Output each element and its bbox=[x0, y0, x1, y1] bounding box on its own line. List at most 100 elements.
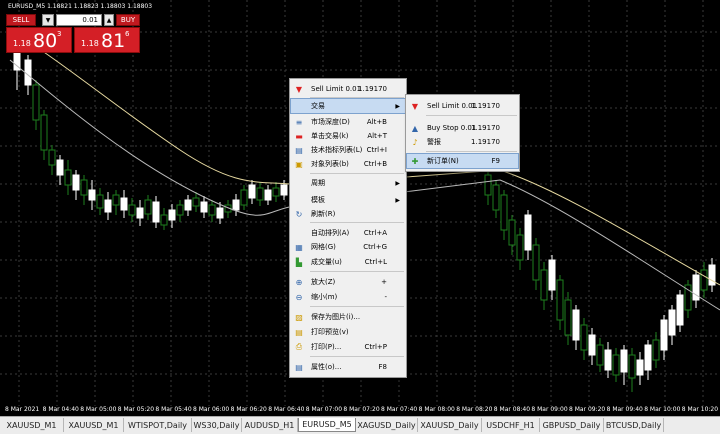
time-axis-label: 8 Mar 05:20 bbox=[117, 406, 155, 413]
chart-tab[interactable]: USDCHF_H1 bbox=[482, 418, 540, 432]
menu-item[interactable]: ▣ 对象列表(b) Ctrl+B bbox=[291, 157, 405, 171]
menu-item[interactable]: ⊖ 缩小(m) - bbox=[291, 290, 405, 304]
candle-body bbox=[80, 179, 88, 196]
properties-icon: ▤ bbox=[295, 362, 303, 372]
print-icon: ⎙ bbox=[295, 342, 303, 351]
candle-body bbox=[272, 187, 280, 197]
zoom-in-icon: ⊕ bbox=[295, 277, 303, 287]
menu-item-label: Buy Stop 0.01 bbox=[427, 124, 477, 132]
menu-item[interactable]: ▦ 网格(G) Ctrl+G bbox=[291, 240, 405, 254]
lot-size-input[interactable]: 0.01 bbox=[56, 14, 102, 26]
print-preview-icon: ▤ bbox=[295, 327, 303, 337]
menu-item[interactable]: ⎙ 打印(P)... Ctrl+P bbox=[291, 340, 405, 354]
time-axis-label: 8 Mar 07:20 bbox=[343, 406, 380, 413]
menu-item[interactable]: ▼ Sell Limit 0.01 1.19170 bbox=[291, 82, 405, 96]
time-axis: 8 Mar 2021 8 Mar 04:40 8 Mar 05:00 8 Mar 05… bbox=[0, 406, 720, 416]
alert-bell-icon: ♪ bbox=[412, 137, 418, 147]
chart-tab[interactable]: GBPUSD_Daily bbox=[540, 418, 604, 432]
menu-separator bbox=[426, 115, 517, 116]
chart-tab[interactable]: XAUUSD_Daily bbox=[418, 418, 482, 432]
one-click-trading-panel: SELL ▼ 0.01 ▲ BUY 1.18 80 3 1.18 81 6 bbox=[6, 14, 140, 54]
candle-body bbox=[248, 184, 256, 199]
buy-button[interactable]: BUY bbox=[116, 14, 140, 26]
candle-body bbox=[548, 259, 556, 291]
menu-item[interactable]: ⊕ 放大(Z) + bbox=[291, 275, 405, 289]
menu-item[interactable]: ▤ 打印预览(v) bbox=[291, 325, 405, 339]
candle-body bbox=[508, 219, 516, 246]
chart-tab[interactable]: XAUUSD_M1 bbox=[64, 418, 124, 432]
menu-item[interactable]: 模板 ▶ bbox=[291, 193, 405, 207]
chart-tab[interactable]: XAUUSD_M1 bbox=[0, 418, 64, 432]
menu-item[interactable]: ▲ Buy Stop 0.01 1.19170 bbox=[407, 121, 518, 135]
buy-price-box[interactable]: 1.18 81 6 bbox=[74, 27, 140, 53]
menu-item-label: 交易 bbox=[311, 102, 325, 110]
lot-decrease-arrow-icon[interactable]: ▼ bbox=[42, 14, 54, 26]
candle-body bbox=[636, 359, 644, 376]
menu-item-label: 周期 bbox=[311, 179, 325, 187]
menu-item[interactable]: ▼ Sell Limit 0.01 1.19170 bbox=[407, 99, 518, 113]
zoom-out-icon: ⊖ bbox=[295, 292, 303, 302]
menu-item[interactable]: ✚ 新订单(N) F9 bbox=[406, 153, 519, 169]
menu-item-label: 技术指标列表(L) bbox=[311, 146, 363, 154]
menu-item-shortcut: - bbox=[384, 293, 387, 301]
candle-body bbox=[40, 114, 48, 151]
menu-item[interactable]: ▤ 技术指标列表(L) Ctrl+I bbox=[291, 143, 405, 157]
sell-price-prefix: 1.18 bbox=[13, 39, 31, 48]
candle-body bbox=[72, 174, 80, 191]
chart-tab[interactable]: WS30,Daily bbox=[192, 418, 242, 432]
chart-tab[interactable]: AUDUSD_H1 bbox=[242, 418, 298, 432]
candle-body bbox=[256, 187, 264, 201]
candle-body bbox=[280, 184, 288, 196]
candle-body bbox=[588, 334, 596, 356]
menu-item[interactable]: ▬ 单击交易(k) Alt+T bbox=[291, 129, 405, 143]
menu-item-label: Sell Limit 0.01 bbox=[427, 102, 478, 110]
candle-body bbox=[484, 174, 492, 196]
buy-price-pip: 6 bbox=[125, 30, 130, 38]
candle-body bbox=[176, 204, 184, 216]
menu-item-shortcut: Ctrl+P bbox=[364, 343, 387, 351]
menu-item-label: 打印(P)... bbox=[311, 343, 342, 351]
menu-item-label: 属性(o)... bbox=[311, 363, 342, 371]
time-axis-label: 8 Mar 09:20 bbox=[569, 406, 606, 413]
menu-item-shortcut: Ctrl+L bbox=[364, 258, 387, 266]
sell-button[interactable]: SELL bbox=[6, 14, 36, 26]
candle-body bbox=[612, 354, 620, 376]
menu-item-shortcut: F9 bbox=[491, 157, 500, 165]
chart-tab[interactable]: EURUSD_M5 bbox=[298, 418, 356, 432]
chart-tab[interactable]: BTCUSD,Daily bbox=[604, 418, 664, 432]
chart-tabs: XAUUSD_M1 XAUUSD_M1 WTISPOT,Daily WS30,Dail… bbox=[0, 416, 720, 434]
sell-price-main: 80 bbox=[33, 30, 58, 52]
menu-separator bbox=[310, 222, 404, 223]
menu-item[interactable]: ▤ 属性(o)... F8 bbox=[291, 360, 405, 374]
menu-item[interactable]: 交易 ▶ bbox=[290, 98, 406, 114]
menu-item[interactable]: ↻ 刷新(R) bbox=[291, 207, 405, 221]
menu-item[interactable]: ♪ 警报 1.19170 bbox=[407, 135, 518, 149]
menu-item[interactable]: 周期 ▶ bbox=[291, 176, 405, 190]
menu-item[interactable]: ▙ 成交量(u) Ctrl+L bbox=[291, 255, 405, 269]
chart-tab[interactable]: XAGUSD_Daily bbox=[356, 418, 418, 432]
sell-price-pip: 3 bbox=[57, 30, 62, 38]
sell-price-box[interactable]: 1.18 80 3 bbox=[6, 27, 72, 53]
candle-body bbox=[604, 349, 612, 371]
chart-title: EURUSD_M5 1.18821 1.18823 1.18803 1.1880… bbox=[8, 3, 153, 10]
grid-icon: ▦ bbox=[295, 242, 303, 252]
candle-body bbox=[192, 197, 200, 207]
menu-item[interactable]: 自动排列(A) Ctrl+A bbox=[291, 226, 405, 240]
candle-body bbox=[652, 339, 660, 361]
candle-body bbox=[580, 324, 588, 351]
menu-item-shortcut: 1.19170 bbox=[471, 124, 500, 132]
indicators-list-icon: ▤ bbox=[295, 145, 303, 155]
lot-increase-arrow-icon[interactable]: ▲ bbox=[104, 14, 114, 26]
menu-item-label: 自动排列(A) bbox=[311, 229, 350, 237]
chart-tab[interactable]: WTISPOT,Daily bbox=[124, 418, 192, 432]
candle-body bbox=[48, 149, 56, 166]
time-axis-label: 8 Mar 09:00 bbox=[531, 406, 568, 413]
menu-item-label: 警报 bbox=[427, 138, 441, 146]
candle-body bbox=[216, 207, 224, 219]
menu-item[interactable]: ≡ 市场深度(D) Alt+B bbox=[291, 115, 405, 129]
candle-body bbox=[112, 194, 120, 206]
candle-body bbox=[168, 209, 176, 221]
menu-item[interactable]: ▨ 保存为图片(i)... bbox=[291, 310, 405, 324]
candle-body bbox=[208, 204, 216, 216]
candle-body bbox=[564, 299, 572, 336]
